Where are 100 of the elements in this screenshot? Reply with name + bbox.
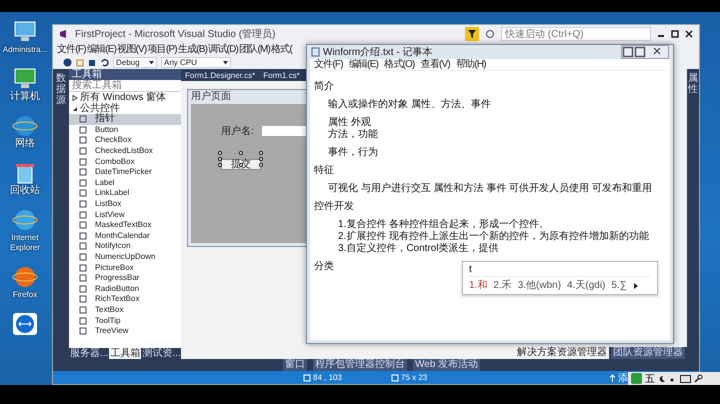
moon-icon[interactable] — [658, 374, 666, 382]
browser-icon[interactable] — [12, 208, 38, 232]
side-tab[interactable]: 属性 — [688, 73, 698, 359]
configuration-dropdown[interactable]: Debug — [113, 57, 157, 68]
window-title: Winform介绍.txt - 记事本 — [323, 46, 432, 58]
menu-item[interactable]: 格式(O) — [384, 59, 415, 70]
arrows-icon[interactable] — [12, 312, 38, 336]
keyboard-icon[interactable] — [680, 374, 691, 382]
menu-item[interactable]: 项目(P) — [147, 44, 177, 56]
input-mode[interactable]: 五 — [645, 372, 655, 386]
up-arrow-icon[interactable] — [609, 374, 616, 382]
menu-item[interactable]: 帮助(H) — [456, 59, 486, 70]
globe-icon[interactable] — [12, 114, 38, 138]
desktop-icon-label[interactable]: Administra... — [0, 45, 50, 55]
toolbox-item[interactable]: ProgressBar — [69, 272, 181, 284]
undo-icon[interactable] — [100, 58, 109, 67]
menu-item[interactable]: 编辑(E) — [86, 44, 116, 56]
toolbox-item[interactable]: RadioButton — [69, 284, 181, 294]
desktop-icon-label[interactable]: 回收站 — [0, 186, 50, 196]
text-line: 可视化 与用户进行交互 属性和方法 事件 可供开发人员使用 可发布和重用 — [327, 183, 652, 195]
side-tab[interactable]: 数据源 — [56, 73, 66, 359]
computer-icon[interactable] — [12, 67, 38, 91]
expander-icon[interactable] — [72, 106, 78, 112]
text-line: 方法，功能 — [327, 129, 378, 141]
toolbox-item[interactable]: TextBox — [69, 304, 181, 316]
desktop-icon-label[interactable]: 网络 — [0, 139, 50, 149]
menu-item[interactable]: 视图(V) — [117, 44, 146, 56]
toolbox-item[interactable]: 指针 — [69, 114, 181, 125]
panel-tab[interactable]: 服务器... — [69, 348, 110, 359]
close-icon[interactable] — [685, 30, 693, 38]
browser-icon[interactable] — [12, 265, 38, 289]
funnel-icon[interactable] — [465, 27, 479, 41]
monitor-icon[interactable] — [12, 20, 38, 44]
expander-icon[interactable] — [72, 94, 78, 100]
text-line: 简介 — [314, 81, 334, 93]
candidate[interactable]: 4.天(gdi) — [567, 280, 606, 292]
panel-tab[interactable]: 测试资... — [141, 348, 182, 359]
candidate[interactable]: 2.禾 — [493, 280, 512, 292]
panel-tab[interactable]: 工具箱 — [109, 348, 142, 359]
desktop-icon-label[interactable]: 计算机 — [0, 92, 50, 102]
desktop-icon-label[interactable]: Firefox — [0, 290, 50, 300]
menu-item[interactable]: 团队(M) — [239, 44, 270, 56]
menu-item[interactable]: 文件(F) — [57, 44, 86, 56]
save-icon[interactable] — [88, 58, 96, 66]
document-tab[interactable]: Form1.Designer.cs* — [185, 70, 256, 80]
toolbox-item[interactable]: LinkLabel — [69, 188, 181, 199]
bottom-tab[interactable]: 窗口 — [283, 359, 307, 371]
toolbox-item[interactable]: MonthCalendar — [69, 230, 181, 242]
menu-item[interactable]: 生成(B) — [178, 44, 208, 56]
text-line: 2.扩展控件 现有控件上派生出一个新的控件，为原有控件增加新的功能 — [337, 231, 650, 242]
toolbox-item[interactable]: CheckBox — [69, 135, 181, 146]
resize-handle[interactable] — [239, 163, 243, 167]
menu-item[interactable]: 编辑(E) — [348, 59, 378, 70]
toolbox-item[interactable]: Button — [69, 124, 181, 136]
desktop-icon-label[interactable]: Internet Explorer — [0, 233, 50, 253]
toolbox-item[interactable]: ListBox — [69, 198, 181, 210]
menu-item[interactable]: 调试(D) — [208, 44, 238, 56]
maximize-icon[interactable] — [671, 30, 679, 38]
menu-item[interactable]: 查看(V) — [420, 59, 450, 70]
field-label: 用户名: — [221, 124, 254, 138]
panel-tab[interactable]: 解决方案资源管理器 — [515, 347, 609, 359]
candidate[interactable]: 5.∑ — [611, 280, 627, 292]
panel-title: 工具箱 — [69, 69, 181, 80]
toolbox-item[interactable]: TreeView — [69, 326, 181, 336]
quick-launch-field[interactable]: 快速启动 (Ctrl+Q) — [501, 27, 651, 41]
toolbox-item[interactable]: NotifyIcon — [69, 241, 181, 252]
text-area[interactable]: 简介 输入或操作的对象 属性、方法、事件 属性 外观 方法，功能 事件，行为 特征 可视化 与用户进行交互 属性和方法 事件 可供开发人员使用 可发布和重用 控件开发 1.复合控件 各种控件组合起来，形成一个控件。 2.扩展控件 现有控件上派生出一个新的控件，为原有控件增加新的功能 3.自定义控件，Control类派生，提供 分类 t 1.和 2.禾 3.他(wbn) 4.天(gdi) 5.∑ — [310, 71, 670, 340]
panel-tab[interactable]: 团队资源管理器 — [611, 347, 685, 359]
candidate[interactable]: 1.和 — [469, 280, 488, 292]
back-icon[interactable] — [63, 58, 72, 67]
search-field[interactable]: 搜索工具箱 — [69, 80, 181, 92]
next-page-icon[interactable] — [632, 282, 639, 290]
document-tab[interactable]: Form1.cs* — [263, 70, 300, 80]
text-line: 1.复合控件 各种控件组合起来，形成一个控件。 — [337, 219, 550, 230]
status-text: 添 — [618, 372, 628, 384]
toolbox-item[interactable]: ListView — [69, 209, 181, 220]
candidate[interactable]: 3.他(wbn) — [518, 280, 562, 292]
toolbox-item[interactable]: DateTimePicker — [69, 166, 181, 178]
toolbox-item[interactable]: PictureBox — [69, 262, 181, 273]
menu-item[interactable]: 格式( — [271, 44, 292, 56]
submit-button[interactable]: 提交 — [221, 159, 261, 170]
maximize-icon[interactable] — [634, 46, 646, 58]
platform-dropdown[interactable]: Any CPU — [161, 57, 231, 68]
toolbox-item[interactable]: MaskedTextBox — [69, 220, 181, 231]
toolbox-item[interactable]: CheckedListBox — [69, 146, 181, 156]
tree-group[interactable]: 公共控件 — [69, 103, 181, 114]
group-label: 公共控件 — [80, 103, 120, 114]
bottom-tab[interactable]: 程序包管理器控制台 — [313, 359, 407, 371]
resize-handle[interactable] — [239, 151, 243, 155]
toolbox-item[interactable]: ComboBox — [69, 156, 181, 167]
text-line: 3.自定义控件，Control类派生，提供 — [337, 243, 499, 255]
input-field[interactable] — [262, 126, 306, 136]
toolbox-item[interactable]: Label — [69, 178, 181, 188]
text-line: 事件，行为 — [327, 147, 378, 159]
toolbox-item[interactable]: NumericUpDown — [69, 252, 181, 262]
toolbox-item[interactable]: ToolTip — [69, 315, 181, 326]
menu-item[interactable]: 文件(F) — [314, 59, 343, 70]
bottom-tab[interactable]: Web 发布活动 — [413, 359, 480, 371]
text-line: 输入或操作的对象 属性、方法、事件 — [327, 99, 491, 111]
toolbox-item[interactable]: RichTextBox — [69, 294, 181, 305]
